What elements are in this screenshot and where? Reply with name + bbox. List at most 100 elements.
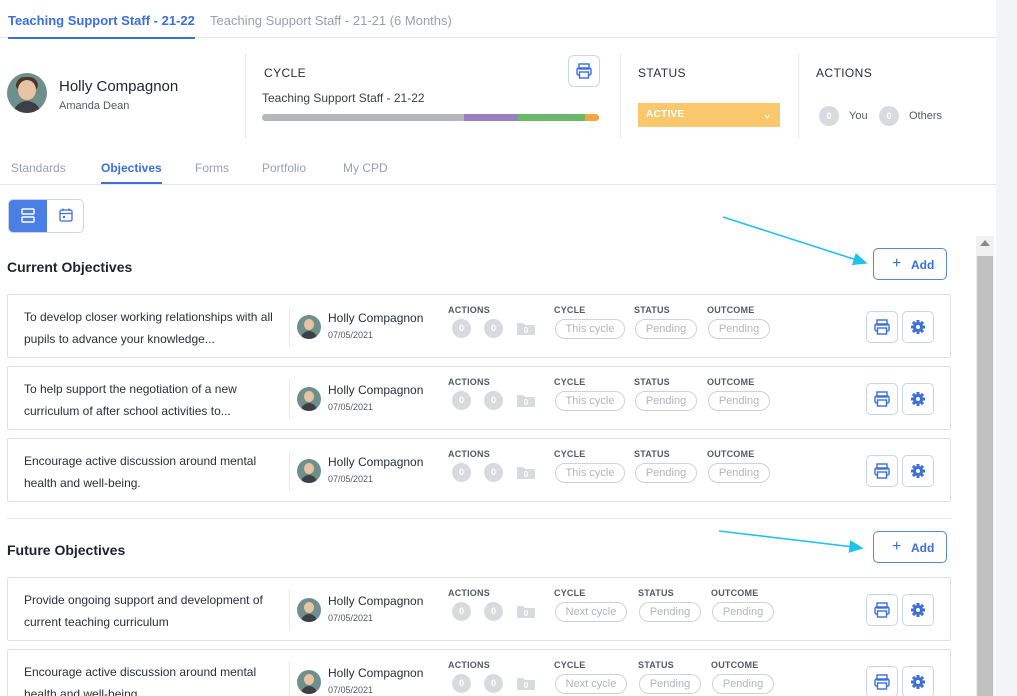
outcome-tag: Pending xyxy=(712,602,774,622)
status-label: STATUS xyxy=(634,449,670,459)
cycle-tag: This cycle xyxy=(555,319,625,339)
print-objective-button[interactable] xyxy=(866,383,898,415)
print-objective-button[interactable] xyxy=(866,455,898,487)
printer-icon xyxy=(874,391,890,407)
objective-card[interactable]: Encourage active discussion around menta… xyxy=(7,438,951,502)
cycle-name: Teaching Support Staff - 21-22 xyxy=(262,91,425,105)
objective-date: 07/05/2021 xyxy=(328,402,374,412)
folder-icon: 0 xyxy=(517,678,535,690)
calendar-view-button[interactable] xyxy=(47,200,83,232)
status-label: STATUS xyxy=(634,305,670,315)
plus-icon: + xyxy=(892,255,902,272)
manager-name: Amanda Dean xyxy=(59,100,130,112)
objective-settings-button[interactable] xyxy=(902,594,934,626)
objective-date: 07/05/2021 xyxy=(328,613,374,623)
scrollbar[interactable] xyxy=(976,236,994,696)
objective-date: 07/05/2021 xyxy=(328,330,374,340)
print-objective-button[interactable] xyxy=(866,594,898,626)
objective-date: 07/05/2021 xyxy=(328,474,374,484)
objective-title[interactable]: Encourage active discussion around menta… xyxy=(24,661,284,696)
owner-avatar xyxy=(297,459,321,483)
action-count-badge: 0 xyxy=(484,463,503,482)
folder-count: 0 xyxy=(524,398,529,407)
action-count-badge: 0 xyxy=(484,674,503,693)
outcome-tag: Pending xyxy=(708,319,770,339)
outcome-label: OUTCOME xyxy=(711,588,759,598)
add-future-objective-button[interactable]: + Add xyxy=(873,531,947,563)
objective-title[interactable]: To help support the negotiation of a new… xyxy=(24,378,284,422)
printer-icon xyxy=(874,602,890,618)
you-label: You xyxy=(849,110,868,122)
gear-icon xyxy=(911,392,925,406)
folder-icon: 0 xyxy=(517,606,535,618)
owner-name: Holly Compagnon xyxy=(328,311,424,325)
objective-title[interactable]: Encourage active discussion around menta… xyxy=(24,450,284,494)
actions-heading: ACTIONS xyxy=(816,66,873,80)
objective-title[interactable]: Provide ongoing support and development … xyxy=(24,589,284,633)
objective-settings-button[interactable] xyxy=(902,311,934,343)
folder-icon: 0 xyxy=(517,395,535,407)
print-objective-button[interactable] xyxy=(866,666,898,696)
print-objective-button[interactable] xyxy=(866,311,898,343)
owner-avatar xyxy=(297,598,321,622)
add-current-objective-button[interactable]: + Add xyxy=(873,248,947,280)
cycle-tag: Next cycle xyxy=(555,674,627,694)
action-count-badge: 0 xyxy=(452,463,471,482)
owner-name: Holly Compagnon xyxy=(328,383,424,397)
owner-name: Holly Compagnon xyxy=(328,666,424,680)
objective-settings-button[interactable] xyxy=(902,383,934,415)
objective-card[interactable]: To help support the negotiation of a new… xyxy=(7,366,951,430)
owner-name: Holly Compagnon xyxy=(328,455,424,469)
you-count-badge: 0 xyxy=(819,106,839,126)
tab-forms[interactable]: Forms xyxy=(195,161,229,182)
printer-icon xyxy=(874,674,890,690)
objective-card[interactable]: To develop closer working relationships … xyxy=(7,294,951,358)
outcome-tag: Pending xyxy=(712,674,774,694)
owner-avatar xyxy=(297,387,321,411)
annotation-arrow xyxy=(718,530,864,553)
gear-icon xyxy=(911,464,925,478)
cycle-tabs: Teaching Support Staff - 21-22 Teaching … xyxy=(0,0,996,39)
scrollbar-thumb[interactable] xyxy=(977,256,993,696)
current-objectives-heading: Current Objectives xyxy=(7,259,133,275)
outcome-label: OUTCOME xyxy=(707,305,755,315)
objective-card[interactable]: Provide ongoing support and development … xyxy=(7,577,951,641)
person-name: Holly Compagnon xyxy=(59,78,179,95)
tab-objectives[interactable]: Objectives xyxy=(101,161,162,184)
status-tag: Pending xyxy=(635,391,697,411)
tab-standards[interactable]: Standards xyxy=(11,161,66,182)
scroll-up-arrow-icon[interactable] xyxy=(980,240,990,246)
chevron-down-icon: ⌄ xyxy=(762,109,772,121)
action-count-badge: 0 xyxy=(484,602,503,621)
objective-settings-button[interactable] xyxy=(902,455,934,487)
status-label: STATUS xyxy=(638,588,674,598)
section-tabs: Standards Objectives Forms Portfolio My … xyxy=(0,148,996,185)
objective-date: 07/05/2021 xyxy=(328,685,374,695)
view-toggle xyxy=(8,199,84,233)
status-tag: Pending xyxy=(635,319,697,339)
status-tag: Pending xyxy=(635,463,697,483)
objective-title[interactable]: To develop closer working relationships … xyxy=(24,306,284,350)
action-count-badge: 0 xyxy=(452,391,471,410)
cycle-label: CYCLE xyxy=(554,660,586,670)
status-dropdown[interactable]: ACTIVE ⌄ xyxy=(638,103,780,127)
tab-cycle-current[interactable]: Teaching Support Staff - 21-22 xyxy=(8,13,195,39)
list-view-button[interactable] xyxy=(9,200,47,232)
tab-my-cpd[interactable]: My CPD xyxy=(343,161,388,182)
action-count-badge: 0 xyxy=(452,319,471,338)
list-view-icon xyxy=(21,208,35,223)
objective-settings-button[interactable] xyxy=(902,666,934,696)
calendar-icon xyxy=(59,208,73,222)
folder-count: 0 xyxy=(524,326,529,335)
gear-icon xyxy=(911,675,925,689)
status-value: ACTIVE xyxy=(646,109,685,120)
tab-cycle-previous[interactable]: Teaching Support Staff - 21-21 (6 Months… xyxy=(210,13,452,37)
outcome-tag: Pending xyxy=(708,463,770,483)
print-button[interactable] xyxy=(568,55,600,87)
objective-card[interactable]: Encourage active discussion around menta… xyxy=(7,649,951,696)
tab-portfolio[interactable]: Portfolio xyxy=(262,161,306,182)
gear-icon xyxy=(911,320,925,334)
folder-count: 0 xyxy=(524,470,529,479)
actions-label: ACTIONS xyxy=(448,377,490,387)
printer-icon xyxy=(576,63,592,79)
